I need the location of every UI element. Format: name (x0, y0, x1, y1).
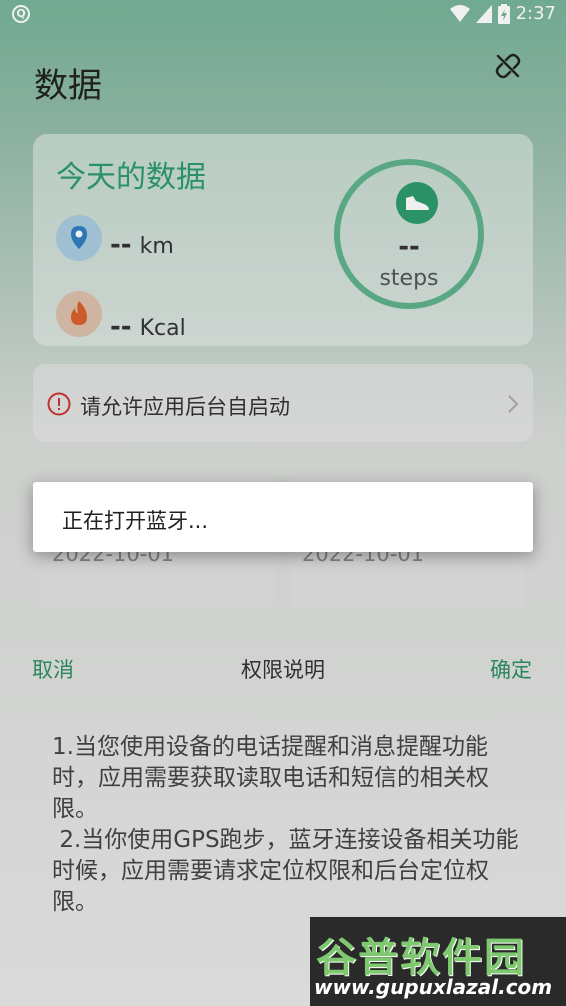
dialog-message: 正在打开蓝牙... (62, 509, 209, 533)
watermark: 谷普软件园 www.gupuxlazal.com (310, 917, 566, 1006)
bluetooth-progress-dialog: 正在打开蓝牙... (33, 482, 533, 552)
watermark-url: www.gupuxlazal.com (314, 975, 553, 999)
